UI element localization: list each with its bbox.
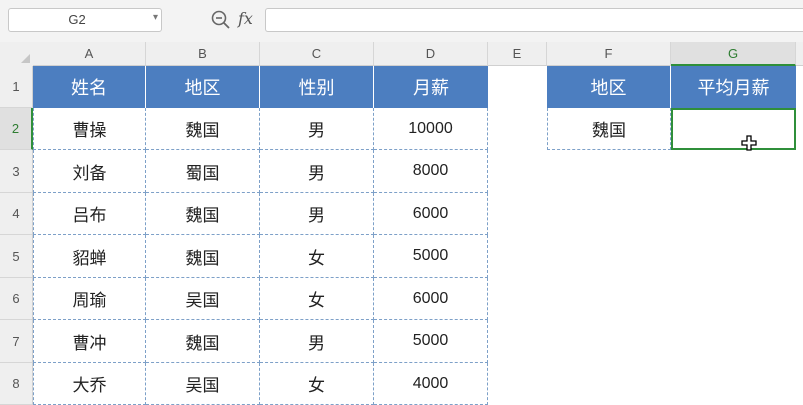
column-header-g[interactable]: G bbox=[671, 42, 796, 66]
table-cell[interactable]: 蜀国 bbox=[146, 150, 260, 193]
table-cell[interactable]: 吴国 bbox=[146, 363, 260, 405]
table-cell[interactable]: 魏国 bbox=[146, 108, 260, 150]
row-header-3[interactable]: 3 bbox=[0, 150, 33, 193]
row-header-5[interactable]: 5 bbox=[0, 235, 33, 278]
table-cell[interactable]: 4000 bbox=[374, 363, 488, 405]
table-cell[interactable]: 大乔 bbox=[33, 363, 146, 405]
summary-region-cell[interactable]: 魏国 bbox=[547, 108, 671, 150]
header-cell-name[interactable]: 姓名 bbox=[33, 66, 146, 108]
table-cell[interactable]: 女 bbox=[260, 278, 374, 320]
table-cell[interactable]: 6000 bbox=[374, 193, 488, 235]
table-cell[interactable]: 男 bbox=[260, 193, 374, 235]
row-header-1[interactable]: 1 bbox=[0, 66, 33, 108]
row-header-4[interactable]: 4 bbox=[0, 193, 33, 235]
table-cell[interactable]: 男 bbox=[260, 150, 374, 193]
table-cell[interactable]: 女 bbox=[260, 235, 374, 278]
row-header-2[interactable]: 2 bbox=[0, 108, 33, 150]
table-cell[interactable]: 吕布 bbox=[33, 193, 146, 235]
chevron-down-icon[interactable]: ▾ bbox=[153, 12, 158, 23]
header-cell-region[interactable]: 地区 bbox=[146, 66, 260, 108]
row-header-7[interactable]: 7 bbox=[0, 320, 33, 363]
table-cell[interactable]: 男 bbox=[260, 320, 374, 363]
summary-header-avg-salary[interactable]: 平均月薪 bbox=[671, 66, 796, 108]
column-header-a[interactable]: A bbox=[33, 42, 146, 66]
table-cell[interactable]: 男 bbox=[260, 108, 374, 150]
zoom-formula-icon[interactable] bbox=[210, 9, 232, 31]
table-cell[interactable]: 10000 bbox=[374, 108, 488, 150]
table-cell[interactable]: 魏国 bbox=[146, 320, 260, 363]
name-box[interactable]: G2 ▾ bbox=[8, 8, 162, 32]
select-all-corner[interactable] bbox=[0, 42, 33, 66]
table-cell[interactable]: 6000 bbox=[374, 278, 488, 320]
table-cell[interactable]: 魏国 bbox=[146, 193, 260, 235]
table-cell[interactable]: 5000 bbox=[374, 235, 488, 278]
header-cell-gender[interactable]: 性别 bbox=[260, 66, 374, 108]
table-cell[interactable]: 魏国 bbox=[146, 235, 260, 278]
column-header-d[interactable]: D bbox=[374, 42, 488, 66]
table-cell[interactable]: 刘备 bbox=[33, 150, 146, 193]
table-cell[interactable]: 女 bbox=[260, 363, 374, 405]
column-header-b[interactable]: B bbox=[146, 42, 260, 66]
table-cell[interactable]: 曹冲 bbox=[33, 320, 146, 363]
table-cell[interactable]: 周瑜 bbox=[33, 278, 146, 320]
cell-select-cursor-icon bbox=[741, 135, 757, 151]
table-cell[interactable]: 8000 bbox=[374, 150, 488, 193]
summary-header-region[interactable]: 地区 bbox=[547, 66, 671, 108]
column-header-c[interactable]: C bbox=[260, 42, 374, 66]
table-cell[interactable]: 吴国 bbox=[146, 278, 260, 320]
formula-bar: G2 ▾ fx bbox=[0, 0, 803, 42]
column-header-e[interactable]: E bbox=[488, 42, 547, 66]
formula-input[interactable] bbox=[265, 8, 803, 32]
fx-icon[interactable]: fx bbox=[238, 9, 253, 28]
table-cell[interactable]: 5000 bbox=[374, 320, 488, 363]
active-cell-g2[interactable] bbox=[671, 108, 796, 150]
column-header-f[interactable]: F bbox=[547, 42, 671, 66]
row-header-6[interactable]: 6 bbox=[0, 278, 33, 320]
row-header-8[interactable]: 8 bbox=[0, 363, 33, 405]
header-cell-salary[interactable]: 月薪 bbox=[374, 66, 488, 108]
column-header-h[interactable] bbox=[796, 42, 803, 66]
table-cell[interactable]: 貂蝉 bbox=[33, 235, 146, 278]
name-box-value: G2 bbox=[68, 12, 86, 27]
table-cell[interactable]: 曹操 bbox=[33, 108, 146, 150]
